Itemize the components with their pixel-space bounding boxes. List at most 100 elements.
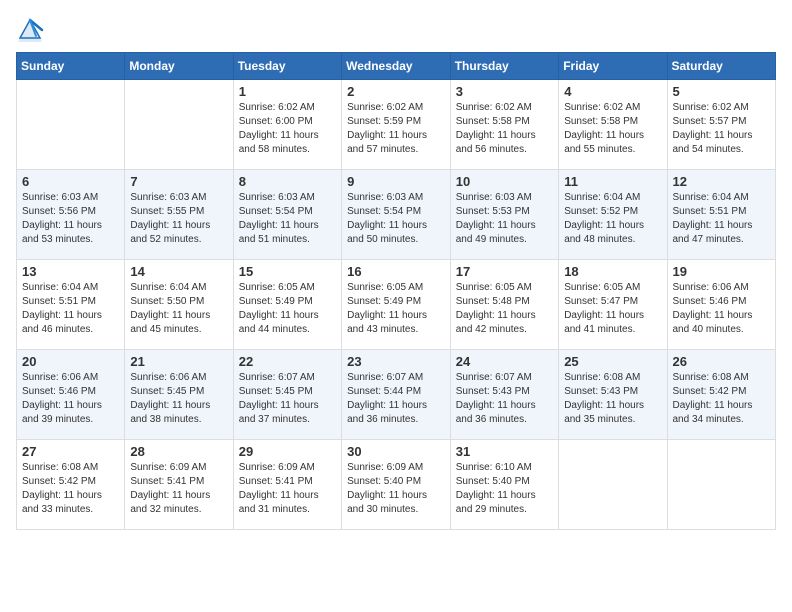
weekday-header-friday: Friday — [559, 53, 667, 80]
calendar-cell: 19 Sunrise: 6:06 AMSunset: 5:46 PMDayligh… — [667, 260, 776, 350]
calendar-cell: 18 Sunrise: 6:05 AMSunset: 5:47 PMDayligh… — [559, 260, 667, 350]
cell-content: Sunrise: 6:04 AMSunset: 5:50 PMDaylight:… — [130, 281, 227, 337]
day-number: 23 — [347, 354, 445, 369]
weekday-header-wednesday: Wednesday — [342, 53, 451, 80]
weekday-header-monday: Monday — [125, 53, 233, 80]
calendar-cell: 14 Sunrise: 6:04 AMSunset: 5:50 PMDayligh… — [125, 260, 233, 350]
calendar-cell: 27 Sunrise: 6:08 AMSunset: 5:42 PMDayligh… — [17, 440, 125, 530]
calendar-cell: 30 Sunrise: 6:09 AMSunset: 5:40 PMDayligh… — [342, 440, 451, 530]
cell-content: Sunrise: 6:05 AMSunset: 5:49 PMDaylight:… — [239, 281, 336, 337]
calendar-cell: 7 Sunrise: 6:03 AMSunset: 5:55 PMDaylight… — [125, 170, 233, 260]
calendar-cell: 21 Sunrise: 6:06 AMSunset: 5:45 PMDayligh… — [125, 350, 233, 440]
logo-icon — [16, 16, 44, 44]
day-number: 16 — [347, 264, 445, 279]
calendar-cell: 26 Sunrise: 6:08 AMSunset: 5:42 PMDayligh… — [667, 350, 776, 440]
calendar-week-2: 6 Sunrise: 6:03 AMSunset: 5:56 PMDaylight… — [17, 170, 776, 260]
cell-content: Sunrise: 6:10 AMSunset: 5:40 PMDaylight:… — [456, 461, 553, 517]
calendar-cell: 25 Sunrise: 6:08 AMSunset: 5:43 PMDayligh… — [559, 350, 667, 440]
day-number: 7 — [130, 174, 227, 189]
cell-content: Sunrise: 6:06 AMSunset: 5:46 PMDaylight:… — [22, 371, 119, 427]
calendar-cell: 15 Sunrise: 6:05 AMSunset: 5:49 PMDayligh… — [233, 260, 341, 350]
calendar-cell: 29 Sunrise: 6:09 AMSunset: 5:41 PMDayligh… — [233, 440, 341, 530]
cell-content: Sunrise: 6:03 AMSunset: 5:54 PMDaylight:… — [347, 191, 445, 247]
weekday-header-thursday: Thursday — [450, 53, 558, 80]
cell-content: Sunrise: 6:04 AMSunset: 5:52 PMDaylight:… — [564, 191, 661, 247]
calendar-week-3: 13Sunrise: 6:04 AMSunset: 5:51 PMDayligh… — [17, 260, 776, 350]
day-number: 30 — [347, 444, 445, 459]
calendar-cell: 3Sunrise: 6:02 AMSunset: 5:58 PMDaylight… — [450, 80, 558, 170]
cell-content: Sunrise: 6:06 AMSunset: 5:46 PMDaylight:… — [673, 281, 771, 337]
calendar-cell: 24 Sunrise: 6:07 AMSunset: 5:43 PMDayligh… — [450, 350, 558, 440]
header — [16, 16, 776, 44]
day-number: 4 — [564, 84, 661, 99]
cell-content: Sunrise: 6:05 AMSunset: 5:48 PMDaylight:… — [456, 281, 553, 337]
day-number: 5 — [673, 84, 771, 99]
calendar-cell: 2 Sunrise: 6:02 AMSunset: 5:59 PMDaylight… — [342, 80, 451, 170]
calendar-table: SundayMondayTuesdayWednesdayThursdayFrid… — [16, 52, 776, 530]
day-number: 3 — [456, 84, 553, 99]
cell-content: Sunrise: 6:08 AMSunset: 5:42 PMDaylight:… — [673, 371, 771, 427]
day-number: 11 — [564, 174, 661, 189]
calendar-week-5: 27 Sunrise: 6:08 AMSunset: 5:42 PMDayligh… — [17, 440, 776, 530]
calendar-cell: 16 Sunrise: 6:05 AMSunset: 5:49 PMDayligh… — [342, 260, 451, 350]
cell-content: Sunrise: 6:03 AMSunset: 5:56 PMDaylight:… — [22, 191, 119, 247]
calendar-cell: 10 Sunrise: 6:03 AMSunset: 5:53 PMDayligh… — [450, 170, 558, 260]
cell-content: Sunrise: 6:09 AMSunset: 5:41 PMDaylight:… — [239, 461, 336, 517]
day-number: 2 — [347, 84, 445, 99]
calendar-cell: 5 Sunrise: 6:02 AMSunset: 5:57 PMDaylight… — [667, 80, 776, 170]
day-number: 24 — [456, 354, 553, 369]
cell-content: Sunrise: 6:06 AMSunset: 5:45 PMDaylight:… — [130, 371, 227, 427]
calendar-cell: 22Sunrise: 6:07 AMSunset: 5:45 PMDayligh… — [233, 350, 341, 440]
day-number: 28 — [130, 444, 227, 459]
logo — [16, 16, 46, 44]
weekday-header-row: SundayMondayTuesdayWednesdayThursdayFrid… — [17, 53, 776, 80]
cell-content: Sunrise: 6:04 AMSunset: 5:51 PMDaylight:… — [22, 281, 119, 337]
day-number: 9 — [347, 174, 445, 189]
cell-content: Sunrise: 6:09 AMSunset: 5:41 PMDaylight:… — [130, 461, 227, 517]
day-number: 19 — [673, 264, 771, 279]
day-number: 18 — [564, 264, 661, 279]
calendar-cell: 1Sunrise: 6:02 AMSunset: 6:00 PMDaylight… — [233, 80, 341, 170]
calendar-cell: 23Sunrise: 6:07 AMSunset: 5:44 PMDayligh… — [342, 350, 451, 440]
day-number: 20 — [22, 354, 119, 369]
cell-content: Sunrise: 6:02 AMSunset: 6:00 PMDaylight:… — [239, 101, 336, 157]
calendar-cell: 11 Sunrise: 6:04 AMSunset: 5:52 PMDayligh… — [559, 170, 667, 260]
weekday-header-sunday: Sunday — [17, 53, 125, 80]
cell-content: Sunrise: 6:03 AMSunset: 5:53 PMDaylight:… — [456, 191, 553, 247]
cell-content: Sunrise: 6:08 AMSunset: 5:43 PMDaylight:… — [564, 371, 661, 427]
calendar-cell: 13Sunrise: 6:04 AMSunset: 5:51 PMDayligh… — [17, 260, 125, 350]
day-number: 26 — [673, 354, 771, 369]
cell-content: Sunrise: 6:02 AMSunset: 5:58 PMDaylight:… — [564, 101, 661, 157]
day-number: 12 — [673, 174, 771, 189]
day-number: 6 — [22, 174, 119, 189]
cell-content: Sunrise: 6:04 AMSunset: 5:51 PMDaylight:… — [673, 191, 771, 247]
cell-content: Sunrise: 6:08 AMSunset: 5:42 PMDaylight:… — [22, 461, 119, 517]
day-number: 22 — [239, 354, 336, 369]
cell-content: Sunrise: 6:05 AMSunset: 5:49 PMDaylight:… — [347, 281, 445, 337]
calendar-cell: 20 Sunrise: 6:06 AMSunset: 5:46 PMDayligh… — [17, 350, 125, 440]
cell-content: Sunrise: 6:03 AMSunset: 5:55 PMDaylight:… — [130, 191, 227, 247]
cell-content: Sunrise: 6:07 AMSunset: 5:43 PMDaylight:… — [456, 371, 553, 427]
cell-content: Sunrise: 6:05 AMSunset: 5:47 PMDaylight:… — [564, 281, 661, 337]
calendar-week-4: 20 Sunrise: 6:06 AMSunset: 5:46 PMDayligh… — [17, 350, 776, 440]
weekday-header-tuesday: Tuesday — [233, 53, 341, 80]
day-number: 8 — [239, 174, 336, 189]
calendar-cell: 17Sunrise: 6:05 AMSunset: 5:48 PMDayligh… — [450, 260, 558, 350]
day-number: 31 — [456, 444, 553, 459]
day-number: 14 — [130, 264, 227, 279]
cell-content: Sunrise: 6:03 AMSunset: 5:54 PMDaylight:… — [239, 191, 336, 247]
day-number: 10 — [456, 174, 553, 189]
cell-content: Sunrise: 6:09 AMSunset: 5:40 PMDaylight:… — [347, 461, 445, 517]
calendar-cell — [559, 440, 667, 530]
day-number: 29 — [239, 444, 336, 459]
page-container: SundayMondayTuesdayWednesdayThursdayFrid… — [0, 0, 792, 538]
cell-content: Sunrise: 6:02 AMSunset: 5:59 PMDaylight:… — [347, 101, 445, 157]
day-number: 25 — [564, 354, 661, 369]
calendar-cell: 8 Sunrise: 6:03 AMSunset: 5:54 PMDaylight… — [233, 170, 341, 260]
day-number: 27 — [22, 444, 119, 459]
cell-content: Sunrise: 6:02 AMSunset: 5:57 PMDaylight:… — [673, 101, 771, 157]
day-number: 15 — [239, 264, 336, 279]
day-number: 21 — [130, 354, 227, 369]
calendar-cell: 4 Sunrise: 6:02 AMSunset: 5:58 PMDaylight… — [559, 80, 667, 170]
calendar-cell — [17, 80, 125, 170]
